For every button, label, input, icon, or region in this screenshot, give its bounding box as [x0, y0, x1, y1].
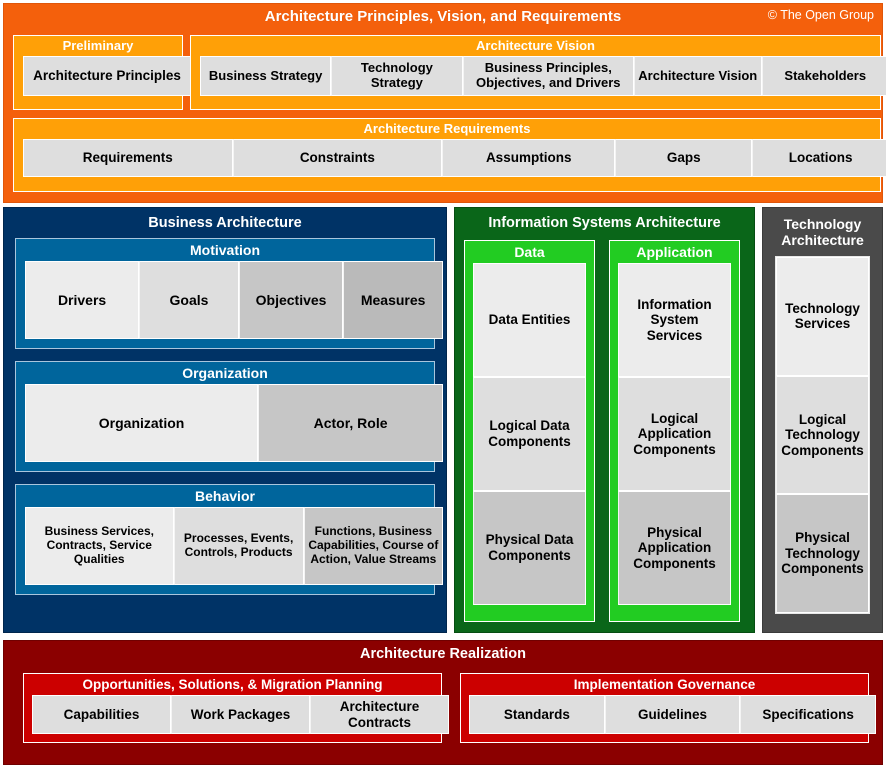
- cell-guidelines[interactable]: Guidelines: [604, 695, 741, 734]
- cell-technology-services[interactable]: Technology Services: [776, 257, 869, 376]
- data-cells: Data Entities Logical Data Components Ph…: [473, 263, 586, 605]
- cell-standards[interactable]: Standards: [469, 695, 605, 734]
- cell-functions-business-capabilities-course-of-action-value-streams[interactable]: Functions, Business Capabilities, Course…: [303, 507, 443, 585]
- cell-goals[interactable]: Goals: [139, 261, 239, 339]
- cell-architecture-principles[interactable]: Architecture Principles: [23, 56, 191, 96]
- motivation-panel: Motivation Drivers Goals Objectives Meas…: [15, 238, 443, 349]
- implementation-governance-cells: Standards Guidelines Specifications: [469, 695, 877, 734]
- organization-title: Organization: [182, 365, 268, 381]
- cell-architecture-vision[interactable]: Architecture Vision: [634, 56, 762, 96]
- cell-physical-technology-components[interactable]: Physical Technology Components: [776, 494, 869, 614]
- cell-data-entities[interactable]: Data Entities: [473, 263, 586, 377]
- cell-locations[interactable]: Locations: [752, 139, 886, 177]
- cell-measures[interactable]: Measures: [343, 261, 443, 339]
- cell-physical-data-components[interactable]: Physical Data Components: [473, 491, 586, 605]
- application-title: Application: [636, 244, 713, 260]
- opportunities-cells: Capabilities Work Packages Architecture …: [32, 695, 449, 734]
- architecture-vision-title: Architecture Vision: [476, 38, 595, 53]
- organization-panel: Organization Organization Actor, Role: [15, 361, 443, 472]
- cell-assumptions[interactable]: Assumptions: [442, 139, 616, 177]
- cell-organization[interactable]: Organization: [25, 384, 259, 462]
- organization-cells: Organization Actor, Role: [25, 384, 443, 462]
- data-title: Data: [514, 244, 545, 260]
- data-panel: Data Data Entities Logical Data Componen…: [464, 240, 595, 622]
- technology-architecture-section: Technology Architecture Technology Servi…: [762, 207, 883, 633]
- architecture-vision-panel: Architecture Vision Business Strategy Te…: [190, 35, 886, 110]
- cell-technology-strategy[interactable]: Technology Strategy: [331, 56, 463, 96]
- motivation-title: Motivation: [190, 242, 260, 258]
- technology-architecture-title: Technology Architecture: [781, 215, 864, 248]
- cell-drivers[interactable]: Drivers: [25, 261, 140, 339]
- togaf-content-metamodel-diagram: Architecture Principles, Vision, and Req…: [0, 0, 886, 768]
- business-architecture-title: Business Architecture: [148, 215, 302, 231]
- cell-business-services-contracts-service-qualities[interactable]: Business Services, Contracts, Service Qu…: [25, 507, 174, 585]
- opportunities-solutions-migration-planning-panel: Opportunities, Solutions, & Migration Pl…: [23, 673, 449, 743]
- cell-gaps[interactable]: Gaps: [615, 139, 753, 177]
- cell-business-strategy[interactable]: Business Strategy: [200, 56, 332, 96]
- application-cells: Information System Services Logical Appl…: [618, 263, 731, 605]
- section-title-top: Architecture Principles, Vision, and Req…: [264, 8, 622, 25]
- application-panel: Application Information System Services …: [609, 240, 740, 622]
- architecture-vision-cells: Business Strategy Technology Strategy Bu…: [200, 56, 886, 96]
- cell-logical-technology-components[interactable]: Logical Technology Components: [776, 375, 869, 495]
- behavior-title: Behavior: [195, 488, 255, 504]
- cell-logical-application-components[interactable]: Logical Application Components: [618, 377, 731, 491]
- preliminary-title: Preliminary: [62, 38, 134, 53]
- copyright-label: © The Open Group: [767, 8, 874, 22]
- cell-work-packages[interactable]: Work Packages: [171, 695, 310, 734]
- cell-capabilities[interactable]: Capabilities: [32, 695, 171, 734]
- technology-cells: Technology Services Logical Technology C…: [775, 256, 870, 614]
- cell-actor-role[interactable]: Actor, Role: [258, 384, 443, 462]
- cell-logical-data-components[interactable]: Logical Data Components: [473, 377, 586, 491]
- architecture-realization-title: Architecture Realization: [360, 646, 526, 662]
- opportunities-solutions-migration-planning-title: Opportunities, Solutions, & Migration Pl…: [82, 677, 383, 692]
- motivation-cells: Drivers Goals Objectives Measures: [25, 261, 443, 339]
- implementation-governance-title: Implementation Governance: [573, 677, 756, 692]
- information-systems-architecture-title: Information Systems Architecture: [488, 215, 721, 231]
- cell-stakeholders[interactable]: Stakeholders: [761, 56, 886, 96]
- cell-specifications[interactable]: Specifications: [740, 695, 877, 734]
- business-architecture-section: Business Architecture Motivation Drivers…: [3, 207, 447, 633]
- cell-physical-application-components[interactable]: Physical Application Components: [618, 491, 731, 605]
- architecture-requirements-panel: Architecture Requirements Requirements C…: [13, 118, 886, 192]
- architecture-principles-vision-requirements-section: Architecture Principles, Vision, and Req…: [3, 3, 886, 203]
- behavior-cells: Business Services, Contracts, Service Qu…: [25, 507, 443, 585]
- cell-business-principles-objectives-drivers[interactable]: Business Principles, Objectives, and Dri…: [462, 56, 635, 96]
- information-systems-architecture-section: Information Systems Architecture Data Da…: [454, 207, 755, 633]
- architecture-requirements-title: Architecture Requirements: [363, 121, 531, 136]
- cell-constraints[interactable]: Constraints: [232, 139, 443, 177]
- implementation-governance-panel: Implementation Governance Standards Guid…: [460, 673, 877, 743]
- cell-processes-events-controls-products[interactable]: Processes, Events, Controls, Products: [173, 507, 304, 585]
- cell-information-system-services[interactable]: Information System Services: [618, 263, 731, 377]
- cell-objectives[interactable]: Objectives: [238, 261, 344, 339]
- preliminary-cells: Architecture Principles: [23, 56, 191, 96]
- architecture-requirements-cells: Requirements Constraints Assumptions Gap…: [23, 139, 886, 177]
- preliminary-panel: Preliminary Architecture Principles: [13, 35, 191, 110]
- behavior-panel: Behavior Business Services, Contracts, S…: [15, 484, 443, 595]
- architecture-realization-section: Architecture Realization Opportunities, …: [3, 640, 883, 765]
- cell-architecture-contracts[interactable]: Architecture Contracts: [310, 695, 449, 734]
- cell-requirements[interactable]: Requirements: [23, 139, 233, 177]
